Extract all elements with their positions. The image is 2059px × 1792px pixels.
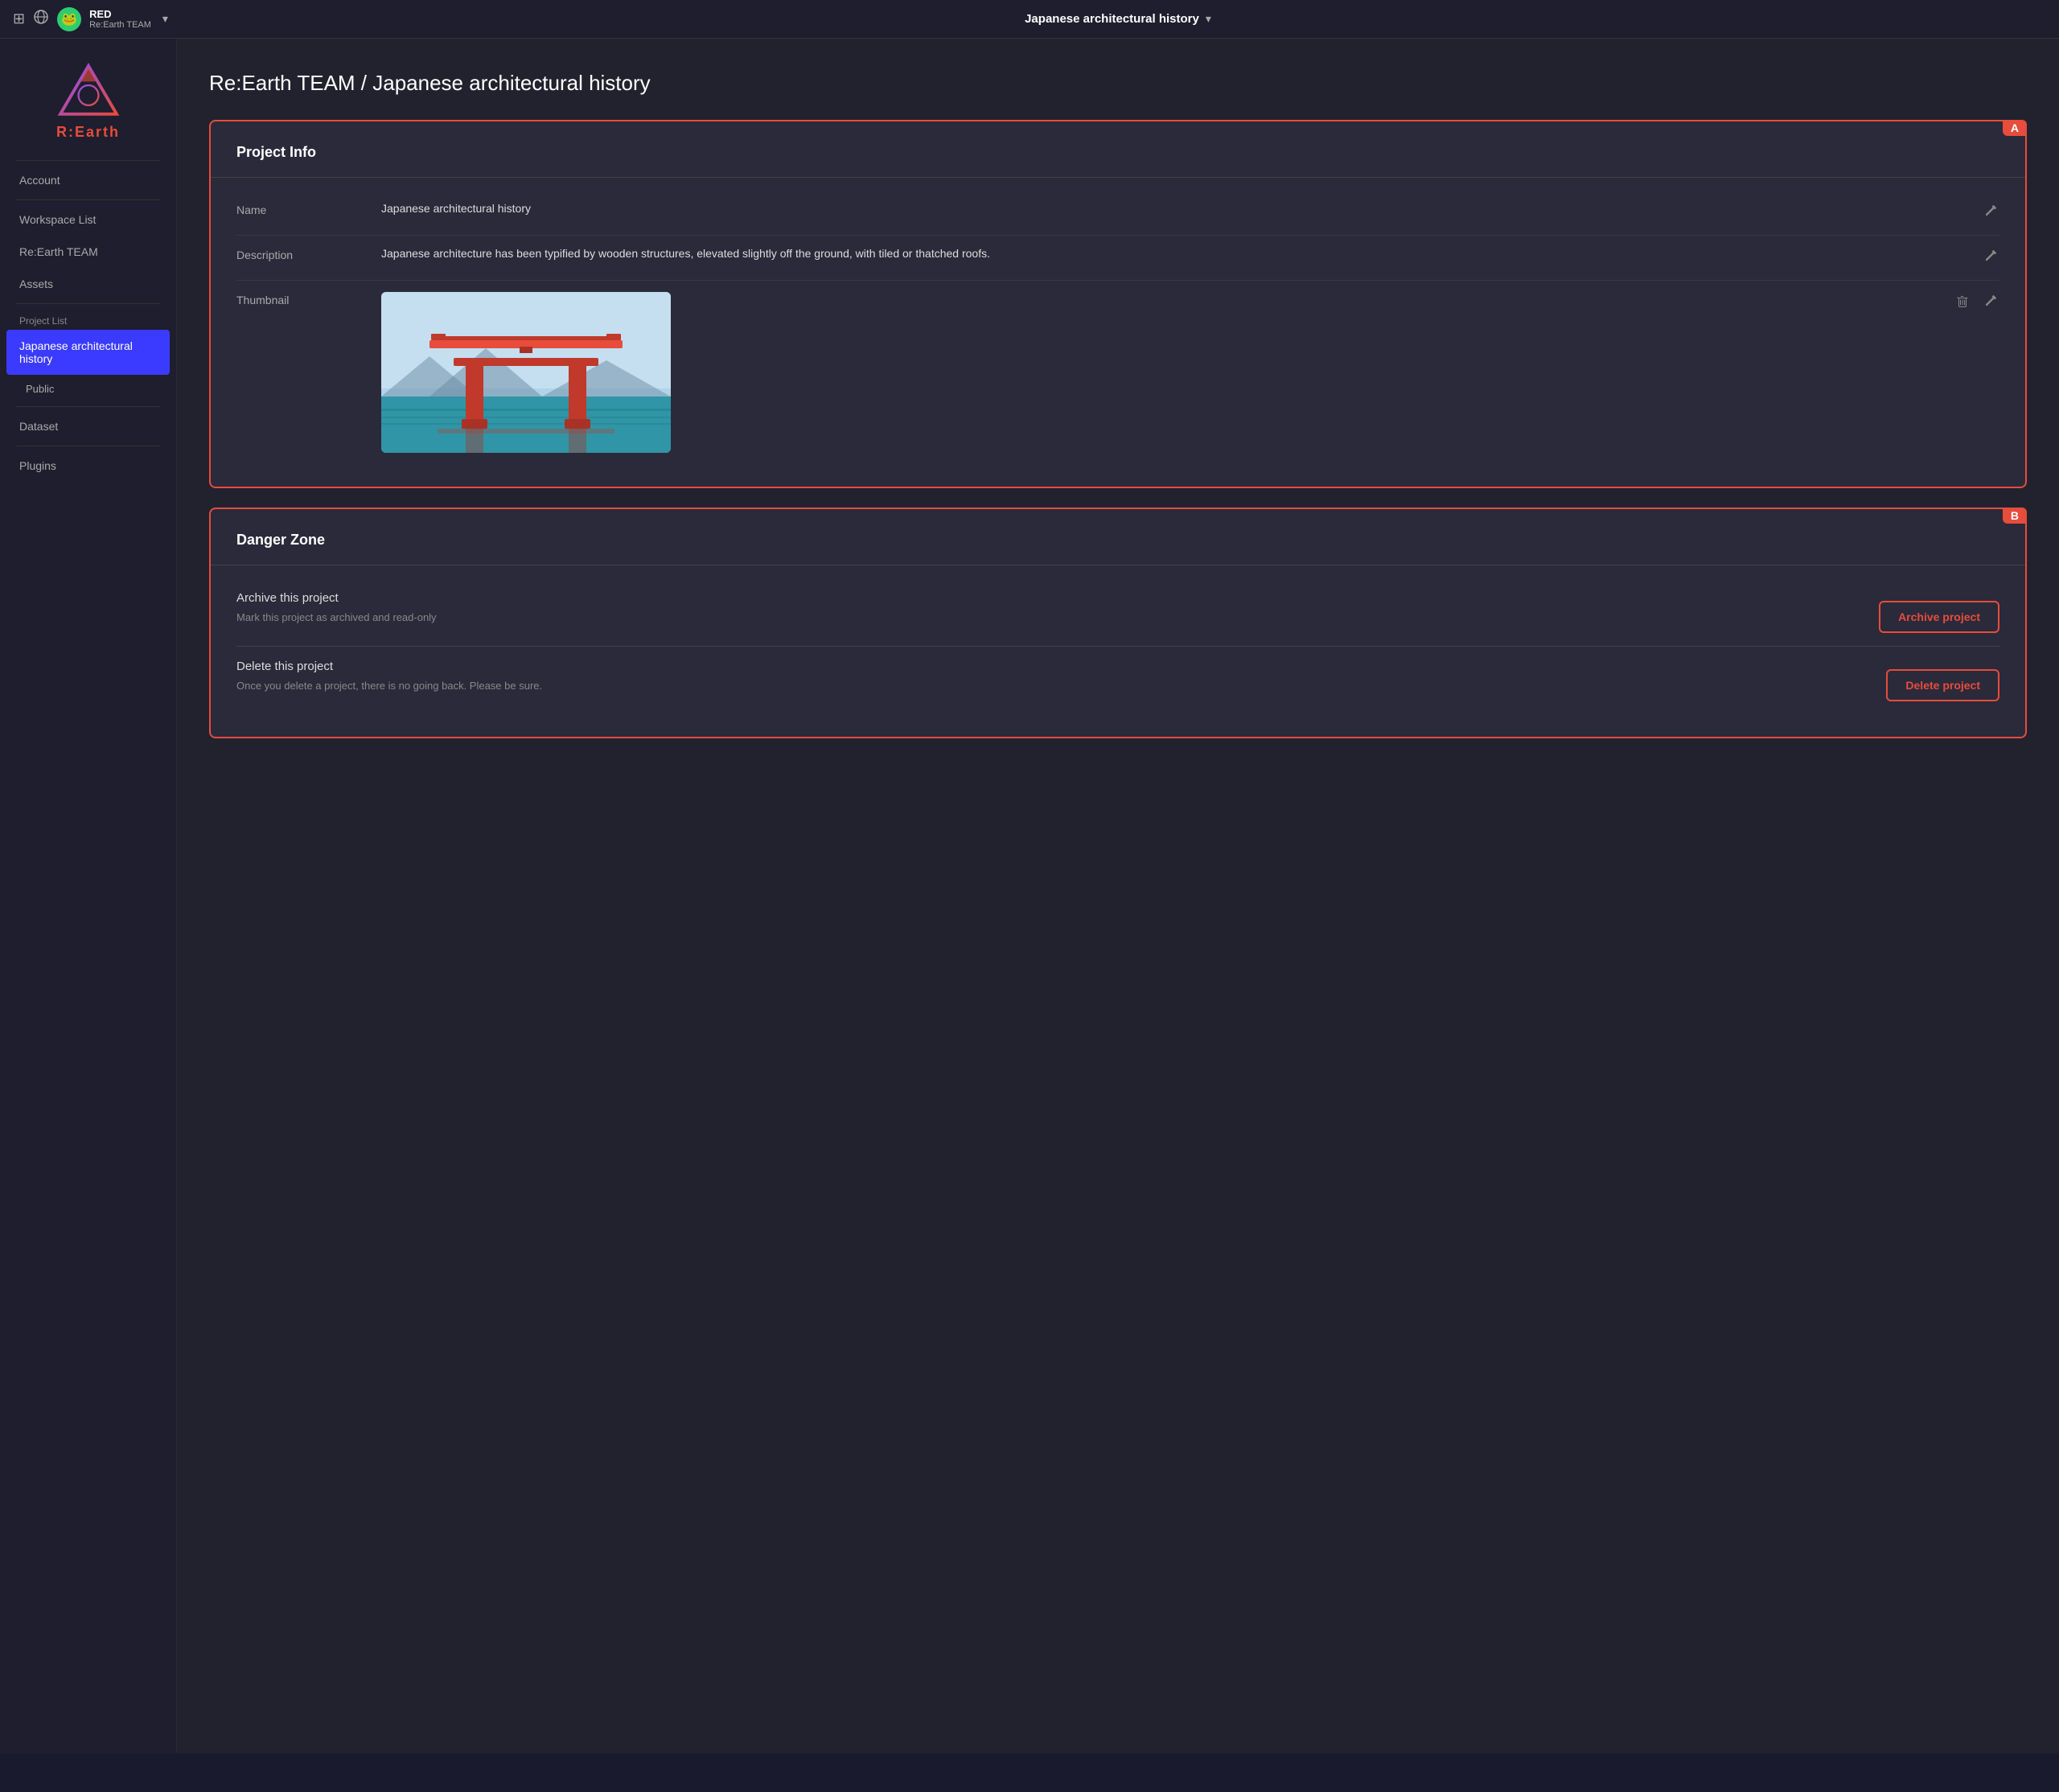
delete-text: Delete this project Once you delete a pr…	[236, 660, 1886, 701]
logo-label: R:Earth	[56, 124, 120, 141]
card-badge-b: B	[2003, 508, 2027, 524]
layout: R:Earth Account Workspace List Re:Earth …	[0, 39, 2059, 1753]
team-label: Re:Earth TEAM	[89, 20, 151, 30]
sidebar-item-assets[interactable]: Assets	[0, 268, 176, 300]
username: RED	[89, 8, 151, 20]
edit-description-button[interactable]	[1980, 249, 1999, 269]
logo-svg	[56, 63, 121, 119]
divider-4	[16, 406, 160, 407]
delete-row: Delete this project Once you delete a pr…	[236, 660, 1999, 701]
archive-section: Archive this project Mark this project a…	[236, 578, 1999, 647]
delete-thumbnail-button[interactable]	[1953, 294, 1972, 314]
name-actions	[1980, 202, 1999, 224]
card-badge-a: A	[2003, 120, 2027, 136]
sidebar-item-active-project[interactable]: Japanese architectural history	[6, 330, 170, 375]
sidebar-item-public[interactable]: Public	[0, 375, 176, 403]
sidebar-item-team[interactable]: Re:Earth TEAM	[0, 236, 176, 268]
thumbnail-image	[381, 292, 671, 453]
topbar-center: Japanese architectural history ▾	[190, 12, 2046, 26]
edit-thumbnail-button[interactable]	[1980, 294, 1999, 314]
sidebar-item-workspace-list[interactable]: Workspace List	[0, 203, 176, 236]
avatar: 🐸	[57, 7, 81, 31]
grid-icon[interactable]: ⊞	[13, 10, 25, 27]
topbar-left: ⊞ 🐸 RED Re:Earth TEAM ▾	[13, 7, 190, 31]
topbar-chevron-icon[interactable]: ▾	[162, 12, 168, 26]
info-row-description: Description Japanese architecture has be…	[236, 236, 1999, 281]
delete-project-button[interactable]: Delete project	[1886, 669, 1999, 701]
sidebar: R:Earth Account Workspace List Re:Earth …	[0, 39, 177, 1753]
thumbnail-label: Thumbnail	[236, 292, 381, 306]
name-value: Japanese architectural history	[381, 202, 1971, 215]
topbar-project-title: Japanese architectural history	[1025, 12, 1199, 26]
project-info-card-title: Project Info	[236, 144, 1999, 161]
card-divider-a	[211, 177, 2025, 178]
delete-desc: Once you delete a project, there is no g…	[236, 680, 1886, 692]
divider-3	[16, 303, 160, 304]
divider-2	[16, 199, 160, 200]
info-row-thumbnail: Thumbnail	[236, 281, 1999, 464]
info-row-name: Name Japanese architectural history	[236, 191, 1999, 236]
archive-title: Archive this project	[236, 591, 1879, 605]
user-info: RED Re:Earth TEAM	[89, 8, 151, 30]
archive-project-button[interactable]: Archive project	[1879, 601, 1999, 633]
logo-area: R:Earth	[0, 39, 176, 157]
sidebar-item-dataset[interactable]: Dataset	[0, 410, 176, 442]
danger-zone-card-title: Danger Zone	[236, 532, 1999, 549]
topbar: ⊞ 🐸 RED Re:Earth TEAM ▾ Japanese archite…	[0, 0, 2059, 39]
thumbnail-value	[381, 292, 1943, 453]
danger-zone-card: B Danger Zone Archive this project Mark …	[209, 508, 2027, 738]
description-actions	[1980, 247, 1999, 269]
archive-text: Archive this project Mark this project a…	[236, 591, 1879, 633]
main-content: Re:Earth TEAM / Japanese architectural h…	[177, 39, 2059, 1753]
sidebar-item-account[interactable]: Account	[0, 164, 176, 196]
description-label: Description	[236, 247, 381, 261]
name-label: Name	[236, 202, 381, 216]
description-value: Japanese architecture has been typified …	[381, 247, 1971, 260]
archive-row: Archive this project Mark this project a…	[236, 591, 1999, 633]
thumbnail-actions	[1953, 292, 1999, 314]
delete-section: Delete this project Once you delete a pr…	[236, 647, 1999, 714]
divider-1	[16, 160, 160, 161]
edit-name-button[interactable]	[1980, 203, 1999, 224]
project-list-label: Project List	[0, 307, 176, 330]
page-title: Re:Earth TEAM / Japanese architectural h…	[209, 71, 2027, 96]
project-info-card: A Project Info Name Japanese architectur…	[209, 120, 2027, 488]
topbar-title-chevron-icon[interactable]: ▾	[1206, 12, 1211, 26]
delete-title: Delete this project	[236, 660, 1886, 673]
archive-desc: Mark this project as archived and read-o…	[236, 611, 1879, 623]
globe-icon[interactable]	[33, 9, 49, 29]
sidebar-item-plugins[interactable]: Plugins	[0, 450, 176, 482]
